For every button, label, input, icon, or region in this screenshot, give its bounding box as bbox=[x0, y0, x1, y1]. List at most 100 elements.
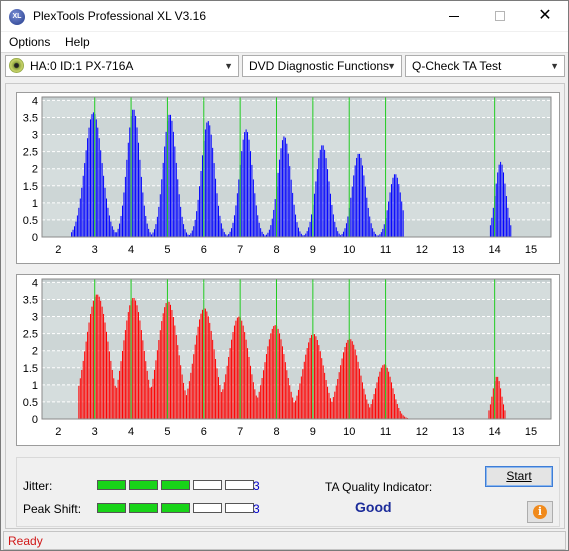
peak-shift-chart-bar bbox=[277, 328, 279, 419]
peak-shift-chart-bar bbox=[383, 364, 385, 419]
jitter-chart-bar bbox=[504, 183, 506, 237]
jitter-chart-bar bbox=[357, 153, 359, 237]
peak-shift-chart-bar bbox=[372, 399, 374, 419]
drive-select[interactable]: HA:0 ID:1 PX-716A ▼ bbox=[5, 55, 239, 77]
peak-shift-chart-bar bbox=[377, 376, 379, 419]
jitter-chart-bar bbox=[236, 193, 238, 237]
peak-shift-chart-bar bbox=[335, 385, 337, 419]
jitter-chart-bar bbox=[334, 221, 336, 237]
jitter-chart-bar bbox=[97, 127, 99, 237]
minimize-button[interactable] bbox=[431, 1, 477, 31]
ta-quality-label: TA Quality Indicator: bbox=[325, 480, 433, 494]
jitter-chart-bar bbox=[120, 215, 122, 237]
peak-shift-chart-bar bbox=[257, 397, 259, 419]
peak-shift-chart-bar bbox=[281, 346, 283, 419]
jitter-chart-band bbox=[42, 202, 551, 220]
peak-shift-chart-bar bbox=[327, 386, 329, 419]
jitter-chart-bar bbox=[114, 232, 116, 237]
jitter-chart-bar bbox=[311, 214, 313, 237]
jitter-chart-bar bbox=[267, 232, 269, 237]
peak-shift-chart-x-tick-label: 6 bbox=[201, 426, 207, 438]
jitter-value: 3 bbox=[253, 479, 260, 493]
jitter-chart-bar bbox=[350, 197, 352, 237]
jitter-chart-band bbox=[42, 117, 551, 135]
jitter-chart-bar bbox=[329, 193, 331, 237]
jitter-chart-bar bbox=[491, 217, 493, 237]
jitter-chart-bar bbox=[500, 161, 502, 237]
jitter-chart-bar bbox=[101, 163, 103, 237]
jitter-chart-bar bbox=[337, 231, 339, 237]
peak-shift-chart-bar bbox=[142, 340, 144, 419]
peak-shift-chart-bar bbox=[287, 378, 289, 419]
peak-shift-chart-bar bbox=[248, 356, 250, 419]
peak-shift-chart-bar bbox=[139, 320, 141, 419]
jitter-chart-bar bbox=[152, 232, 154, 237]
test-select[interactable]: Q-Check TA Test ▼ bbox=[405, 55, 565, 77]
peak-shift-chart-bar bbox=[402, 415, 404, 419]
jitter-chart-y-tick-label: 2.5 bbox=[23, 147, 38, 159]
jitter-chart-bar bbox=[235, 205, 237, 237]
jitter-chart-bar bbox=[393, 174, 395, 237]
jitter-chart-bar bbox=[344, 228, 346, 237]
jitter-chart-bar bbox=[360, 157, 362, 237]
jitter-chart-bar bbox=[75, 221, 77, 237]
peak-shift-chart-bar bbox=[236, 317, 238, 419]
jitter-chart-bar bbox=[107, 207, 109, 237]
jitter-chart-bar bbox=[108, 215, 110, 237]
peak-shift-chart-bar bbox=[238, 316, 240, 419]
peak-shift-chart-bar bbox=[380, 367, 382, 419]
peak-shift-chart-bar bbox=[273, 326, 275, 419]
jitter-chart-bar bbox=[82, 175, 84, 237]
jitter-chart-bar bbox=[105, 198, 107, 237]
jitter-chart-x-tick-label: 5 bbox=[164, 244, 170, 256]
minimize-icon bbox=[449, 15, 459, 17]
jitter-chart-bar bbox=[76, 215, 78, 237]
jitter-chart-bar bbox=[318, 158, 320, 237]
peak-shift-chart-bar bbox=[306, 348, 308, 419]
peak-shift-chart-bar bbox=[328, 392, 330, 419]
peak-shift-chart-bar bbox=[345, 342, 347, 419]
peak-shift-chart: 0 0.5 1 1.5 2 2.5 3 3.5 4 2 3 4 5 6 7 8 9 10 11 12 13 14 15 bbox=[16, 274, 560, 446]
toolbar-divider bbox=[1, 52, 568, 53]
jitter-chart-bar bbox=[71, 232, 73, 237]
menu-options[interactable]: Options bbox=[9, 35, 50, 49]
peak-shift-chart-bar bbox=[344, 346, 346, 419]
start-button[interactable]: Start bbox=[485, 466, 553, 487]
peak-shift-chart-bar bbox=[491, 396, 493, 419]
jitter-chart-bar bbox=[383, 224, 385, 237]
peak-shift-chart-bar bbox=[398, 407, 400, 419]
jitter-chart-x-tick-label: 11 bbox=[380, 244, 391, 256]
peak-shift-chart-bar bbox=[290, 391, 292, 419]
jitter-chart-svg: 0 0.5 1 1.5 2 2.5 3 3.5 4 2 3 4 5 6 7 8 9 10 11 12 13 14 15 bbox=[23, 95, 552, 256]
info-button[interactable]: i bbox=[527, 501, 553, 523]
peak-shift-chart-bar bbox=[492, 388, 494, 419]
jitter-meter bbox=[97, 480, 254, 490]
peak-shift-label: Peak Shift: bbox=[23, 502, 82, 516]
peak-shift-chart-bar bbox=[235, 320, 237, 419]
menu-bar: Options Help bbox=[1, 32, 568, 52]
close-button[interactable]: ✕ bbox=[522, 1, 568, 31]
peak-shift-chart-bar bbox=[386, 367, 388, 419]
peak-shift-chart-bar bbox=[264, 362, 266, 419]
jitter-chart-bar bbox=[127, 142, 129, 237]
peak-shift-chart-bar bbox=[263, 370, 265, 419]
jitter-chart-bar bbox=[98, 138, 100, 237]
peak-shift-chart-bar bbox=[97, 294, 99, 419]
function-select[interactable]: DVD Diagnostic Functions ▼ bbox=[242, 55, 402, 77]
peak-shift-chart-bar bbox=[375, 388, 377, 419]
jitter-chart-bar bbox=[87, 138, 89, 237]
menu-help[interactable]: Help bbox=[65, 35, 90, 49]
peak-shift-chart-bar bbox=[313, 334, 315, 419]
jitter-chart-bar bbox=[123, 192, 125, 237]
jitter-chart-bar bbox=[343, 231, 345, 237]
disc-drive-icon bbox=[9, 58, 24, 73]
peak-shift-chart-bar bbox=[210, 330, 212, 419]
maximize-button[interactable] bbox=[477, 1, 523, 31]
jitter-chart-bar bbox=[191, 230, 193, 237]
peak-shift-chart-bar bbox=[316, 339, 318, 419]
jitter-chart-bar bbox=[204, 129, 206, 237]
peak-shift-chart-y-tick-label: 1 bbox=[32, 380, 38, 392]
peak-shift-chart-bar bbox=[324, 372, 326, 419]
peak-shift-chart-bar bbox=[111, 369, 113, 419]
jitter-chart-bar bbox=[104, 187, 106, 237]
